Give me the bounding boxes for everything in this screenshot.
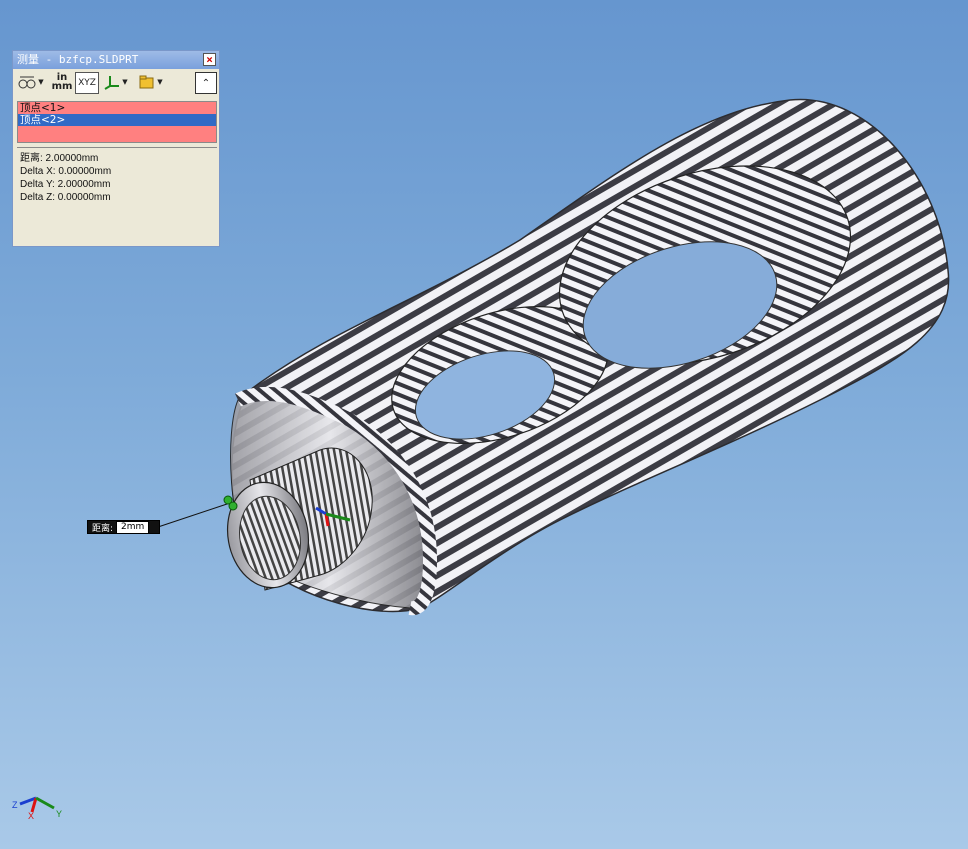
close-button[interactable]: × xyxy=(203,53,216,66)
callout-label: 距离: xyxy=(92,523,114,534)
units-precision-button[interactable]: in mm xyxy=(51,72,73,92)
triad-x-label: X xyxy=(28,811,34,820)
arc-measure-icon xyxy=(18,76,36,89)
units-bottom: mm xyxy=(51,81,73,92)
measure-toolbar: ▼ in mm XYZ ▼ ▼ ⌃ xyxy=(13,69,219,97)
chevron-up-icon: ⌃ xyxy=(201,77,211,89)
folder-icon xyxy=(139,75,154,89)
triad-z-label: Z xyxy=(12,800,18,810)
view-orientation-triad: Z X Y xyxy=(12,796,62,820)
result-delta-x: Delta X: 0.00000mm xyxy=(20,166,112,177)
callout-value: 2mm xyxy=(116,520,150,534)
distance-callout: 距离: 2mm xyxy=(87,520,160,534)
projection-axis-icon xyxy=(104,76,120,90)
selection-item[interactable]: 顶点<1> xyxy=(18,102,216,114)
result-distance: 距离: 2.00000mm xyxy=(20,153,99,164)
xyz-measure-button[interactable]: XYZ xyxy=(75,72,99,94)
measure-dialog: 测量 - bzfcp.SLDPRT × ▼ in mm XYZ ▼ ▼ ⌃ 顶点… xyxy=(12,50,220,247)
create-sensor-button[interactable]: ▼ xyxy=(136,72,166,92)
selection-list[interactable]: 顶点<1> 顶点<2> xyxy=(17,101,217,143)
projection-button[interactable]: ▼ xyxy=(101,72,131,92)
result-delta-y: Delta Y: 2.00000mm xyxy=(20,179,111,190)
arc-circle-measure-button[interactable]: ▼ xyxy=(16,72,46,92)
measure-results: 距离: 2.00000mm Delta X: 0.00000mm Delta Y… xyxy=(17,147,217,243)
measure-dialog-title[interactable]: 测量 - bzfcp.SLDPRT × xyxy=(13,51,219,69)
selection-item[interactable]: 顶点<2> xyxy=(18,114,216,126)
triad-y-label: Y xyxy=(56,809,62,819)
dialog-title-text: 测量 - bzfcp.SLDPRT xyxy=(17,53,139,66)
xyz-label: XYZ xyxy=(78,78,96,88)
reference-triad-icon xyxy=(315,506,351,527)
result-delta-z: Delta Z: 0.00000mm xyxy=(20,192,111,203)
collapse-button[interactable]: ⌃ xyxy=(195,72,217,94)
